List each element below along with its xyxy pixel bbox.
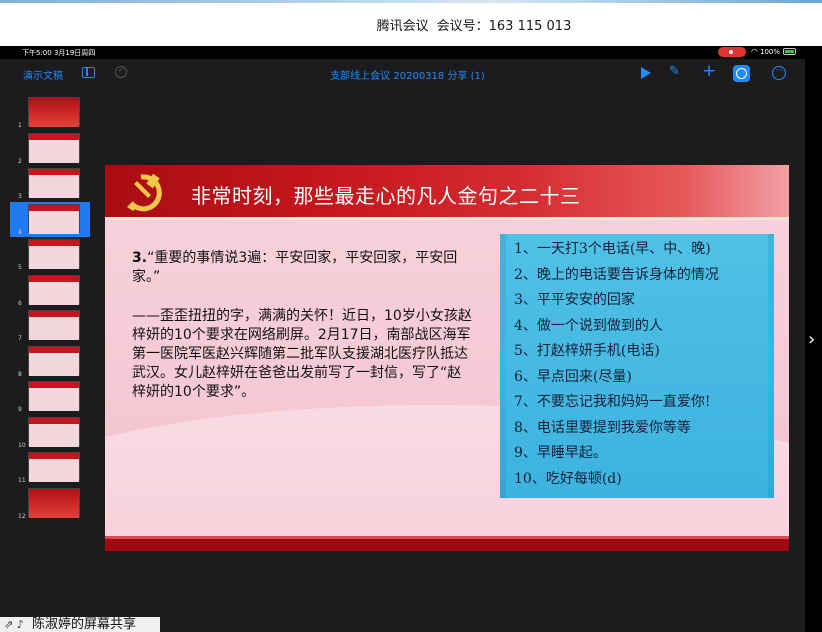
slide-thumbnail[interactable]: 10 — [10, 415, 90, 450]
handwritten-line: 6、早点回来(尽量) — [514, 368, 632, 385]
thumbnail-body — [29, 352, 79, 376]
slide-thumbnail-image — [28, 97, 80, 127]
slide-number: 10 — [18, 441, 26, 449]
slide-thumbnail-image — [28, 310, 80, 340]
meeting-title-bar: 腾讯会议 会议号：163 115 013 — [0, 0, 822, 46]
slide-thumbnail[interactable]: 3 — [10, 166, 90, 201]
slide-thumbnail-image — [28, 274, 80, 305]
thumbnail-band — [29, 98, 79, 127]
quote-number: 3. — [132, 250, 148, 266]
screen-share-label: 陈淑婷的屏幕共享 — [32, 617, 137, 632]
collaborate-icon[interactable] — [733, 65, 750, 82]
handwritten-line: 7、不要忘记我和妈妈一直爱你! — [514, 394, 711, 410]
battery-icon — [783, 48, 796, 55]
handwritten-line: 10、吃好每顿(d) — [514, 470, 622, 487]
slide-quote: 3.“重要的事情说3遍：平安回家，平安回家，平安回家。” — [132, 249, 472, 287]
slide-footer-band — [105, 539, 789, 551]
thumbnail-body — [29, 459, 79, 482]
slide-number: 11 — [18, 477, 26, 484]
slide-thumbnail-image — [28, 381, 80, 411]
slide-thumbnail-image — [28, 487, 80, 518]
slide-number: 4 — [18, 228, 22, 236]
chevron-right-icon: › — [808, 329, 816, 350]
status-time: 下午5:00 3月19日周四 — [22, 49, 96, 57]
slide-navigator: 1 2 3 4 5 6 7 8 9 10 11 12 — [10, 87, 90, 632]
recording-indicator-icon — [718, 47, 746, 57]
thumbnail-body — [29, 139, 79, 163]
handwritten-line: 4、做一个说到做到的人 — [514, 317, 663, 334]
status-bar: 下午5:00 3月19日周四 ◠ 100% — [0, 46, 805, 59]
thumbnail-body — [29, 388, 79, 411]
slide-number: 3 — [18, 193, 22, 200]
slide-thumbnail-image — [28, 452, 80, 482]
plus-icon[interactable]: + — [702, 61, 716, 81]
slide-paragraph: ——歪歪扭扭的字，满满的关怀！近日，10岁小女孩赵梓妍的10个要求在网络刷屏。2… — [132, 308, 472, 400]
slide-thumbnail[interactable]: 7 — [10, 308, 90, 343]
slide-thumbnail[interactable]: 11 — [10, 450, 90, 485]
handwritten-note-photo: 1、一天打3个电话(早、中、晚) 2、晚上的电话要告诉身体的情况 3、平平安安的回家… — [500, 234, 774, 498]
slide-number: 1 — [18, 122, 22, 129]
slide-thumbnail-image — [28, 132, 80, 163]
wifi-icon: ◠ — [751, 47, 758, 56]
thumbnail-body — [29, 246, 79, 269]
handwritten-line: 3、平平安安的回家 — [514, 292, 635, 308]
thumbnail-band — [29, 488, 79, 518]
slide-number: 9 — [18, 406, 22, 413]
slide-canvas: 非常时刻，那些最走心的凡人金句之二十三 3.“重要的事情说3遍：平安回家，平安回… — [90, 87, 805, 632]
more-icon[interactable]: ··· — [772, 66, 786, 80]
thumbnail-body — [29, 423, 79, 447]
slide-number: 7 — [18, 335, 22, 342]
slide-number: 2 — [18, 157, 22, 165]
slide-thumbnail[interactable]: 12 — [10, 486, 90, 521]
screen-share-badge: ⇗ ♪ 陈淑婷的屏幕共享 — [0, 617, 160, 632]
handwritten-line: 5、打赵梓妍手机(电话) — [514, 343, 660, 359]
play-icon[interactable] — [641, 67, 651, 79]
handwritten-line: 9、早睡早起。 — [514, 445, 607, 461]
battery-percentage: 100% — [760, 48, 781, 56]
thumbnail-body — [29, 210, 79, 234]
slide-thumbnail-image — [28, 345, 80, 376]
current-slide[interactable]: 非常时刻，那些最走心的凡人金句之二十三 3.“重要的事情说3遍：平安回家，平安回… — [105, 165, 789, 551]
keynote-toolbar: 演示文稿 ↶ 支部线上会议 20200318 分享 (1) ✎ + ··· — [0, 59, 805, 87]
meeting-app-name: 腾讯会议 — [376, 19, 429, 34]
slide-thumbnail[interactable]: 5 — [10, 237, 90, 272]
meeting-title: 腾讯会议 会议号：163 115 013 — [0, 15, 822, 34]
thumbnail-body — [29, 317, 79, 340]
slide-thumbnail[interactable]: 6 — [10, 273, 90, 308]
slide-thumbnail[interactable]: 8 — [10, 344, 90, 379]
handwritten-line: 2、晚上的电话要告诉身体的情况 — [514, 266, 719, 283]
brush-icon[interactable]: ✎ — [669, 64, 680, 79]
slide-number: 6 — [18, 299, 22, 307]
microphone-icon: ⇗ ♪ — [4, 618, 24, 631]
handwritten-note-paper: 1、一天打3个电话(早、中、晚) 2、晚上的电话要告诉身体的情况 3、平平安安的回家… — [506, 234, 768, 498]
handwritten-line: 1、一天打3个电话(早、中、晚) — [514, 241, 711, 257]
slide-number: 12 — [18, 512, 26, 520]
slide-heading: 非常时刻，那些最走心的凡人金句之二十三 — [191, 184, 581, 208]
quote-text: “重要的事情说3遍：平安回家，平安回家，平安回家。” — [132, 250, 458, 285]
party-emblem-icon — [127, 173, 162, 212]
slide-thumbnail-image — [28, 416, 80, 447]
slide-thumbnail-image — [28, 239, 80, 269]
thumbnail-body — [29, 175, 79, 198]
slide-header-line — [105, 217, 789, 220]
slide-thumbnail[interactable]: 9 — [10, 379, 90, 414]
meeting-id: 会议号：163 115 013 — [436, 19, 572, 34]
document-title-text: 支部线上会议 20200318 分享 (1) — [330, 71, 485, 82]
document-title[interactable]: 支部线上会议 20200318 分享 (1) — [0, 67, 805, 82]
slide-number: 8 — [18, 370, 22, 378]
next-slide-button[interactable]: › — [805, 46, 822, 632]
shared-screen: 下午5:00 3月19日周四 ◠ 100% 演示文稿 ↶ 支部线上会议 2020… — [0, 46, 805, 632]
slide-thumbnail[interactable]: 2 — [10, 131, 90, 166]
slide-thumbnail-image — [28, 168, 80, 198]
slide-thumbnail-image — [28, 203, 80, 234]
slide-thumbnail[interactable]: 4 — [10, 201, 90, 237]
slide-thumbnail[interactable]: 1 — [10, 95, 90, 130]
slide-number: 5 — [18, 264, 22, 271]
thumbnail-body — [29, 281, 79, 305]
handwritten-line: 8、电话里要提到我爱你等等 — [514, 419, 691, 436]
title-accent-strip — [0, 0, 822, 3]
